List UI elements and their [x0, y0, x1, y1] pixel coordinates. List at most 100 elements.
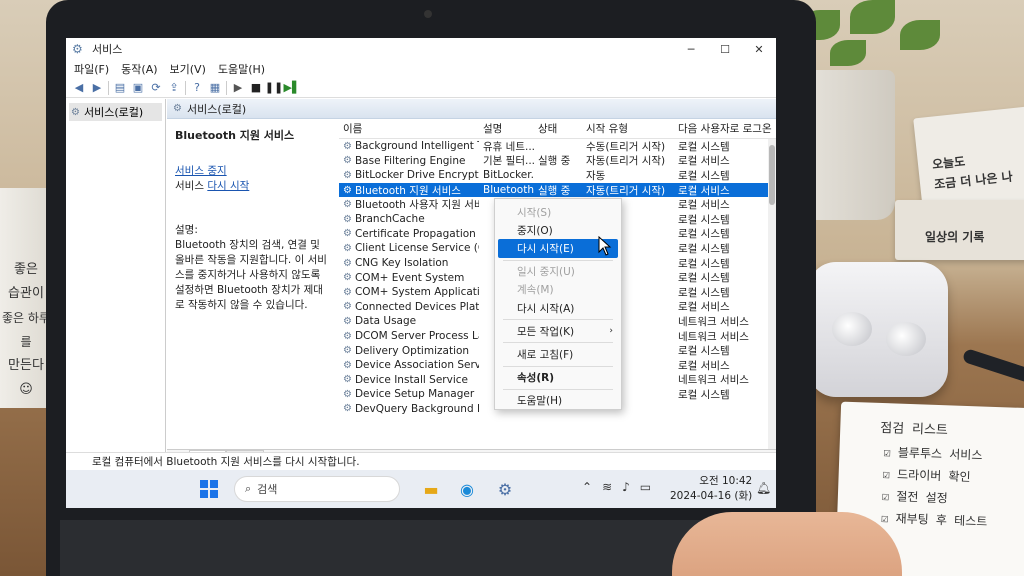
- vertical-scrollbar[interactable]: [768, 139, 776, 449]
- service-row[interactable]: ⚙ Base Filtering Engine 기본 필터... 실행 중 자동(트리거…: [339, 154, 776, 169]
- service-logon: 로컬 시스템: [678, 286, 730, 299]
- windows-start-icon[interactable]: [200, 480, 218, 498]
- service-name-text: Client License Service (ClipS...: [354, 242, 479, 255]
- menu-file[interactable]: 파일(F): [74, 61, 109, 77]
- properties-icon[interactable]: ▣: [131, 81, 145, 95]
- context-menu-item[interactable]: 속성(R): [495, 369, 621, 387]
- clock[interactable]: 오전 10:42 2024-04-16 (화): [670, 474, 752, 504]
- title-bar[interactable]: ⚙ 서비스 ─ ☐ ✕: [66, 38, 776, 60]
- service-name: ⚙ Delivery Optimization: [339, 345, 479, 357]
- menu-help[interactable]: 도움말(H): [218, 61, 265, 77]
- services-gear-icon: ⚙: [173, 103, 182, 114]
- console-tree-icon[interactable]: ▤: [113, 81, 127, 95]
- battery-icon[interactable]: ▭: [640, 480, 651, 494]
- forward-icon[interactable]: ▶: [90, 81, 104, 95]
- service-name-text: Connected Devices Platform...: [354, 300, 479, 313]
- clock-time: 오전 10:42: [699, 475, 753, 487]
- column-header-startup-type[interactable]: 시작 유형: [582, 121, 674, 136]
- close-button[interactable]: ✕: [742, 38, 776, 60]
- context-menu-item-label: 중지(O): [517, 224, 553, 237]
- scrollbar-thumb[interactable]: [769, 145, 775, 205]
- hand: [672, 512, 902, 576]
- start-service-icon[interactable]: ▶: [231, 81, 245, 95]
- service-name-text: Data Usage: [354, 315, 417, 328]
- service-startup-type: 자동(트리거 시작): [586, 184, 666, 197]
- service-name-text: Background Intelligent Tran...: [354, 140, 479, 153]
- context-menu-item[interactable]: 도움말(H): [495, 392, 621, 410]
- column-header-logon[interactable]: 다음 사용자로 로그온: [674, 121, 776, 136]
- main-pane-title: 서비스(로컬): [186, 102, 247, 116]
- maximize-button[interactable]: ☐: [708, 38, 742, 60]
- menu-bar: 파일(F) 동작(A) 보기(V) 도움말(H): [66, 60, 776, 78]
- context-menu-item-label: 시작(S): [517, 206, 552, 219]
- notification-bell-icon[interactable]: 🔔︎: [756, 481, 771, 495]
- edge-browser-icon[interactable]: ◉: [456, 478, 478, 500]
- earbuds-case: [808, 262, 948, 397]
- volume-icon[interactable]: ♪: [622, 480, 630, 494]
- column-header-name[interactable]: 이름: [339, 121, 479, 136]
- service-logon: 로컬 서비스: [678, 184, 730, 197]
- service-name: ⚙ Device Install Service: [339, 374, 479, 386]
- service-name: ⚙ Bluetooth 지원 서비스: [339, 183, 479, 198]
- service-name: ⚙COM+ System Application: [339, 286, 479, 298]
- menu-separator: [503, 365, 613, 367]
- service-gear-icon: ⚙: [343, 359, 352, 371]
- service-gear-icon: ⚙: [343, 242, 352, 254]
- menu-separator: [503, 319, 613, 321]
- chevron-up-icon[interactable]: ⌃: [582, 480, 592, 494]
- context-menu-item-label: 다시 시작(A): [517, 302, 575, 315]
- service-name: ⚙DCOM Server Process Laun...: [339, 330, 479, 342]
- column-header-description[interactable]: 설명: [479, 121, 534, 136]
- notebook-item-text: 절전 설정: [896, 489, 948, 506]
- services-window: ⚙ 서비스 ─ ☐ ✕ 파일(F) 동작(A) 보기(V) 도움말(H) ◀ ▶…: [66, 38, 776, 470]
- status-bar: 로컬 컴퓨터에서 Bluetooth 지원 서비스를 다시 시작합니다.: [66, 452, 776, 470]
- services-gear-icon: ⚙: [71, 106, 80, 118]
- wifi-icon[interactable]: ≋: [602, 480, 612, 494]
- service-gear-icon: ⚙: [343, 199, 352, 211]
- export-icon[interactable]: ⇪: [167, 81, 181, 95]
- service-row[interactable]: ⚙BitLocker Drive Encryption ...BitLocker…: [339, 168, 776, 183]
- refresh-icon[interactable]: ⟳: [149, 81, 163, 95]
- service-name-text: Device Setup Manager: [354, 388, 475, 401]
- menu-action[interactable]: 동작(A): [121, 61, 157, 77]
- clock-date: 2024-04-16 (화): [670, 490, 753, 502]
- service-name-text: CNG Key Isolation: [354, 257, 449, 270]
- context-menu-item[interactable]: 새로 고침(F): [495, 345, 621, 363]
- service-gear-icon: ⚙: [343, 388, 352, 400]
- stop-service-icon[interactable]: ■: [249, 81, 263, 95]
- context-menu-item[interactable]: 모든 작업(K) ›: [495, 322, 621, 340]
- minimize-button[interactable]: ─: [674, 38, 708, 60]
- context-menu-item[interactable]: 다시 시작(A): [495, 299, 621, 317]
- notebook-title: 점검 리스트: [880, 420, 949, 439]
- column-header-status[interactable]: 상태: [534, 121, 582, 136]
- taskbar-search[interactable]: ⌕ 검색: [234, 476, 400, 502]
- context-menu-item: 일시 중지(U): [495, 263, 621, 281]
- service-row[interactable]: ⚙Bluetooth 지원 서비스 Bluetooth... 실행 중 자동(트리거 …: [339, 182, 776, 198]
- detail-pane: Bluetooth 지원 서비스 서비스 중지 서비스 다시 시작 설명: Bl…: [167, 119, 337, 449]
- service-name-text: DevQuery Background Disc...: [354, 402, 479, 415]
- toolbar-separator: [185, 80, 186, 95]
- tree-node-services-local[interactable]: ⚙ 서비스(로컬): [69, 103, 162, 121]
- service-gear-icon: ⚙: [343, 213, 352, 225]
- service-description: 유휴 네트...: [483, 140, 534, 153]
- service-logon: 로컬 시스템: [678, 140, 730, 153]
- context-menu-item-label: 모든 작업(K): [517, 325, 575, 338]
- help-icon[interactable]: ?: [190, 81, 204, 95]
- restart-service-icon[interactable]: ▶▌: [284, 81, 301, 95]
- view-icon[interactable]: ▦: [208, 81, 222, 95]
- menu-view[interactable]: 보기(V): [170, 61, 206, 77]
- system-tray: ⌃ ≋ ♪ ▭: [582, 480, 651, 494]
- settings-gear-icon[interactable]: ⚙: [494, 478, 516, 500]
- pause-service-icon[interactable]: ❚❚: [265, 81, 283, 95]
- context-menu-item-label: 도움말(H): [517, 395, 563, 408]
- service-logon: 로컬 시스템: [678, 169, 730, 182]
- service-row[interactable]: ⚙Background Intelligent Tran... 유휴 네트... 수…: [339, 139, 776, 154]
- stop-service-link[interactable]: 서비스 중지: [175, 165, 227, 177]
- service-name: ⚙ BranchCache: [339, 213, 479, 225]
- context-menu-item-label: 새로 고침(F): [517, 348, 574, 361]
- file-explorer-icon[interactable]: ▬: [420, 478, 442, 500]
- toolbar: ◀ ▶ ▤ ▣ ⟳ ⇪ ? ▦ ▶ ■ ❚❚ ▶▌: [66, 78, 776, 98]
- back-icon[interactable]: ◀: [72, 81, 86, 95]
- restart-service-link[interactable]: 다시 시작: [207, 180, 249, 192]
- earbud: [886, 322, 926, 356]
